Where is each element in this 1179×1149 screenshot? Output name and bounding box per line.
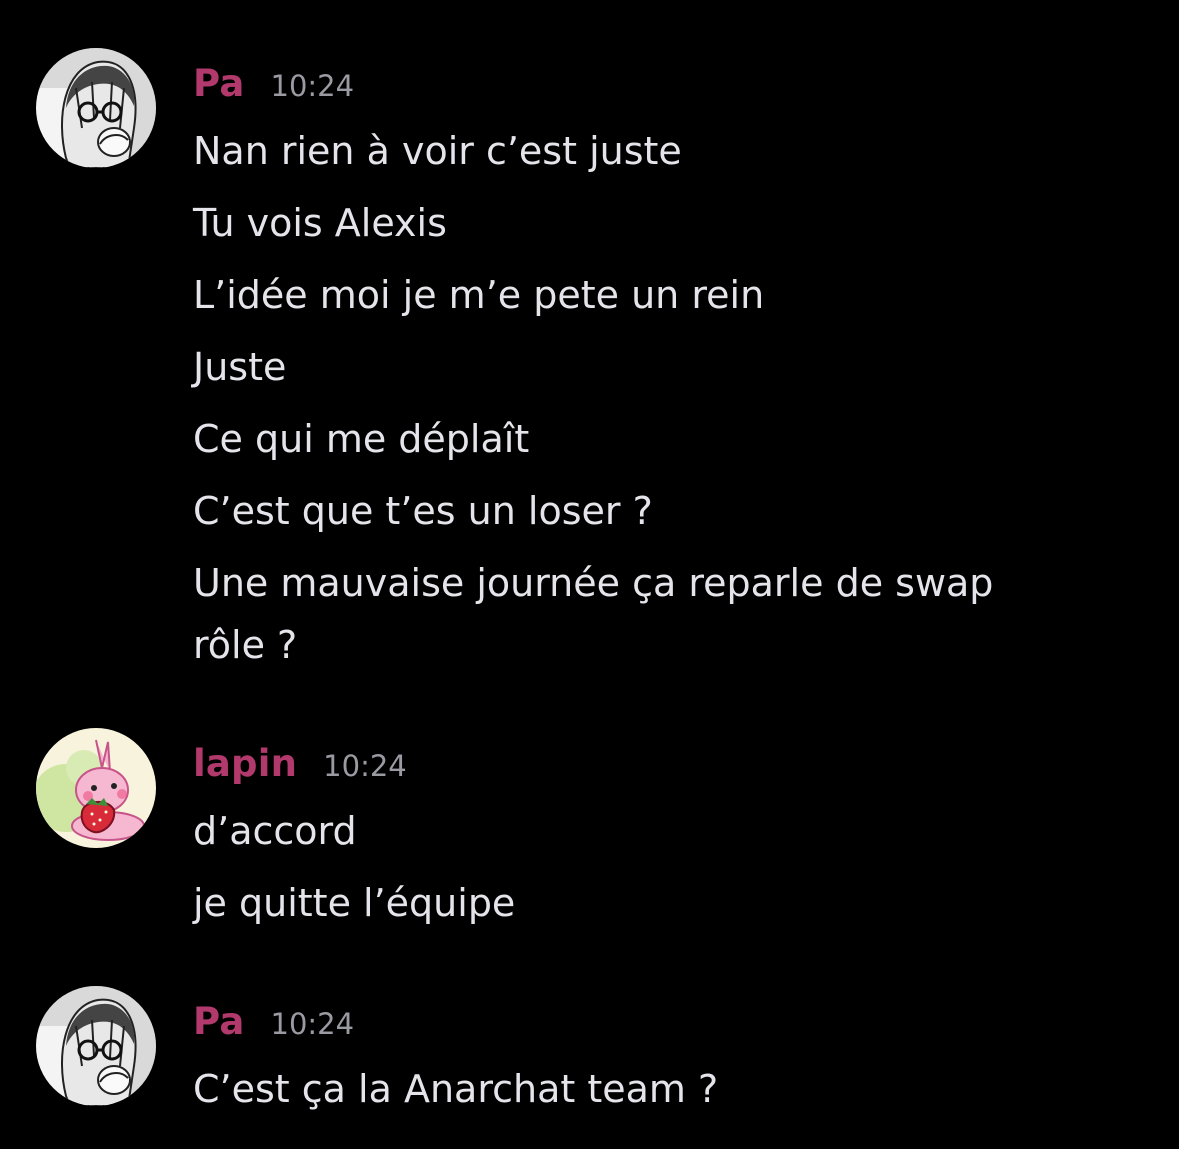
message-header: lapin 10:24 — [193, 742, 407, 785]
username[interactable]: lapin — [193, 742, 297, 785]
timestamp: 10:24 — [323, 749, 407, 783]
message-text: L’idée moi je m’e pete un rein — [193, 273, 765, 317]
user-avatar[interactable] — [36, 986, 156, 1106]
message-header: Pa 10:24 — [193, 1000, 354, 1043]
message-lines: Nan rien à voir c’est juste Tu vois Alex… — [193, 120, 1073, 686]
timestamp: 10:24 — [270, 69, 355, 103]
message-text: Tu vois Alexis — [193, 201, 447, 245]
user-avatar[interactable] — [36, 728, 156, 848]
manga-avatar-icon — [36, 48, 156, 168]
message-text: je quitte l’équipe — [193, 881, 516, 925]
message-text: C’est que t’es un loser ? — [193, 489, 653, 533]
message-header: Pa 10:24 — [193, 62, 354, 105]
bunny-strawberry-avatar-icon — [36, 728, 156, 848]
message-text: Ce qui me déplaît — [193, 417, 530, 461]
message-text: Une mauvaise journée ça reparle de swap … — [193, 561, 994, 667]
message-text: Nan rien à voir c’est juste — [193, 129, 682, 173]
message-lines: C’est ça la Anarchat team ? — [193, 1058, 1073, 1130]
message-text: Juste — [193, 345, 287, 389]
message-lines: d’accord je quitte l’équipe — [193, 800, 1073, 944]
username[interactable]: Pa — [193, 62, 245, 105]
username[interactable]: Pa — [193, 1000, 245, 1043]
message-text: d’accord — [193, 809, 357, 853]
timestamp: 10:24 — [270, 1007, 355, 1041]
user-avatar[interactable] — [36, 48, 156, 168]
message-text: C’est ça la Anarchat team ? — [193, 1067, 719, 1111]
manga-avatar-icon — [36, 986, 156, 1106]
